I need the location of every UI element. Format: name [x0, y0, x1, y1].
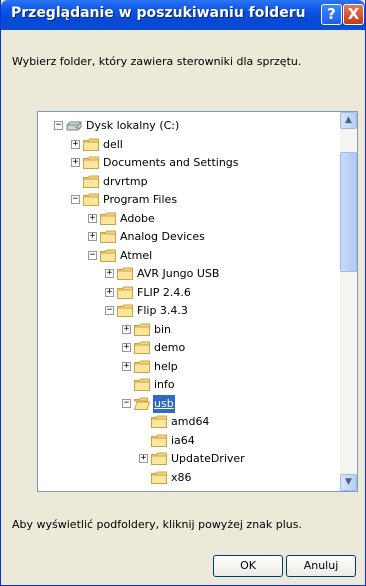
expand-icon[interactable]: + [71, 139, 80, 149]
expand-icon[interactable]: + [139, 454, 148, 463]
collapse-icon[interactable]: − [88, 250, 97, 260]
expand-icon[interactable]: + [105, 269, 114, 278]
expand-icon[interactable]: + [122, 361, 131, 371]
tree-item-label: Program Files [103, 193, 178, 206]
collapse-icon[interactable]: − [105, 306, 114, 315]
ok-button[interactable]: OK [213, 555, 283, 577]
tree-item-label: x86 [171, 470, 192, 484]
tree-item-label: Flip 3.4.3 [137, 304, 188, 317]
hint-text: Aby wyświetlić podfoldery, kliknij powyż… [12, 518, 303, 531]
tree-item-label: AVR Jungo USB [137, 267, 220, 280]
help-button[interactable]: ? [321, 4, 342, 25]
scroll-down-button[interactable]: ▼ [340, 474, 357, 491]
scroll-up-button[interactable]: ▲ [340, 112, 357, 129]
expand-icon[interactable]: + [88, 232, 97, 241]
tree-item-label: ia64 [171, 433, 195, 447]
tree-item-label: Analog Devices [120, 230, 205, 243]
browse-folder-dialog: Przeglądanie w poszukiwaniu folderu ? X … [0, 0, 366, 586]
dialog-title: Przeglądanie w poszukiwaniu folderu [11, 5, 306, 21]
tree-item-label: Documents and Settings [103, 156, 239, 169]
scroll-thumb[interactable] [340, 152, 357, 272]
cancel-button[interactable]: Anuluj [286, 555, 356, 577]
tree-item-label: Atmel [120, 248, 153, 262]
expand-icon[interactable]: + [105, 287, 114, 297]
collapse-icon[interactable]: − [54, 121, 63, 130]
tree-item-label: UpdateDriver [171, 452, 245, 465]
tree-item-label: dell [103, 137, 123, 151]
tree-item-label: Dysk lokalny (C:) [86, 119, 180, 132]
tree-item-label: help [154, 359, 178, 373]
description-text: Wybierz folder, który zawiera sterowniki… [12, 55, 302, 68]
folder-tree[interactable]: − Dysk lokalny (C:) + dell + Documents and Se… [37, 111, 358, 492]
vertical-scrollbar[interactable]: ▲ ▼ [340, 112, 357, 491]
expand-icon[interactable]: + [88, 213, 97, 223]
tree-item-label: usb [153, 394, 175, 413]
expand-icon[interactable]: + [71, 158, 80, 167]
close-button[interactable]: X [343, 4, 364, 25]
expand-icon[interactable]: + [122, 343, 131, 352]
tree-item-label: demo [154, 341, 186, 354]
collapse-icon[interactable]: − [122, 398, 131, 408]
tree-item-label: bin [154, 322, 172, 336]
tree-item-label: FLIP 2.4.6 [137, 285, 191, 299]
collapse-icon[interactable]: − [71, 195, 80, 204]
tree-item-label: info [154, 378, 175, 391]
title-bar[interactable]: Przeglądanie w poszukiwaniu folderu ? X [1, 0, 365, 30]
tree-item-label: Adobe [120, 211, 155, 225]
tree-item-label: amd64 [171, 415, 210, 428]
tree-item-label: drvrtmp [103, 174, 148, 188]
expand-icon[interactable]: + [122, 324, 131, 334]
